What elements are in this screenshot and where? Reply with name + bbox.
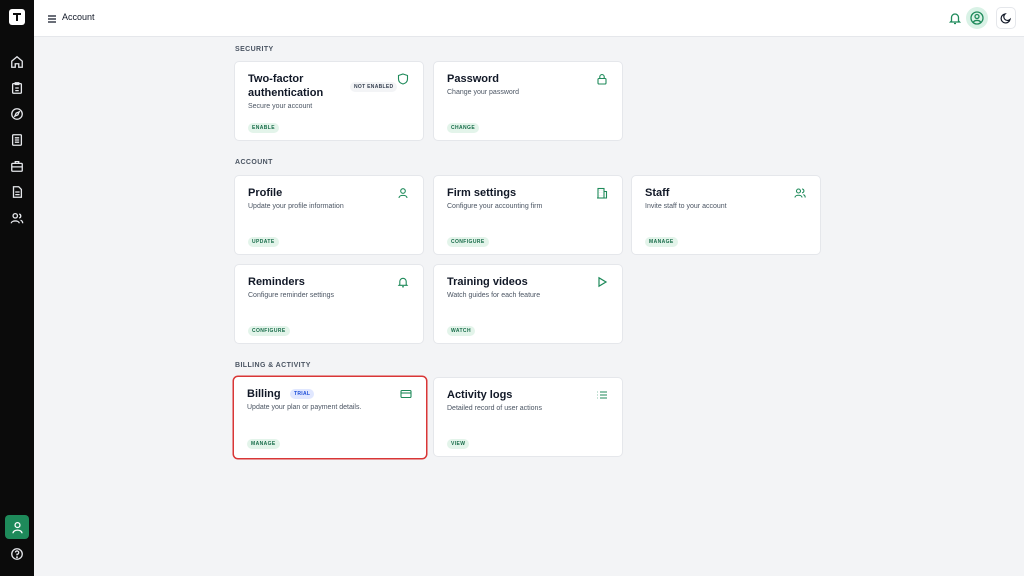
list-icon [596,388,608,400]
password-card[interactable]: Password Change your password CHANGE [433,61,623,141]
briefcase-icon[interactable] [9,158,25,174]
file-text-icon[interactable] [9,184,25,200]
credit-card-icon [400,387,412,399]
card-description: Configure your accounting firm [447,203,543,210]
section-label-security: SECURITY [235,46,274,53]
card-description: Update your plan or payment details. [247,404,362,411]
help-icon[interactable] [9,546,25,562]
update-button[interactable]: UPDATE [248,237,279,247]
card-description: Change your password [447,89,519,96]
page-title: Account [62,12,95,22]
card-title: Billing [247,388,281,400]
shield-icon [397,72,409,85]
clipboard-icon[interactable] [9,80,25,96]
card-title: Profile [248,187,283,199]
manage-billing-button[interactable]: MANAGE [247,439,280,449]
card-title: Firm settings [447,187,517,199]
lock-icon [596,72,608,85]
status-badge: NOT ENABLED [350,82,398,92]
manage-staff-button[interactable]: MANAGE [645,237,678,247]
user-avatar-button[interactable] [966,7,988,29]
activity-logs-card[interactable]: Activity logs Detailed record of user ac… [433,377,623,457]
firm-settings-card[interactable]: Firm settings Configure your accounting … [433,175,623,255]
document-list-icon[interactable] [9,132,25,148]
sidebar [0,0,34,576]
billing-card[interactable]: Billing TRIAL Update your plan or paymen… [233,376,427,459]
building-icon [596,186,608,199]
card-title: Activity logs [447,389,513,401]
card-description: Invite staff to your account [645,203,727,210]
home-icon[interactable] [9,54,25,70]
staff-card[interactable]: Staff Invite staff to your account MANAG… [631,175,821,255]
card-description: Detailed record of user actions [447,405,542,412]
compass-icon[interactable] [9,106,25,122]
hamburger-menu-icon[interactable] [46,12,58,24]
card-description: Configure reminder settings [248,292,334,299]
app-logo[interactable] [8,8,26,26]
card-title: Two-factor authentication [248,73,324,99]
training-videos-card[interactable]: Training videos Watch guides for each fe… [433,264,623,344]
configure-reminders-button[interactable]: CONFIGURE [248,326,290,336]
configure-firm-button[interactable]: CONFIGURE [447,237,489,247]
card-description: Update your profile information [248,203,344,210]
view-button[interactable]: VIEW [447,439,470,449]
play-icon [596,275,608,288]
users-icon [794,186,806,198]
section-label-account: ACCOUNT [235,159,273,166]
profile-card[interactable]: Profile Update your profile information … [234,175,424,255]
card-title: Staff [645,187,670,199]
two-factor-card[interactable]: Two-factor authentication NOT ENABLED Se… [234,61,424,141]
card-description: Secure your account [248,103,313,110]
sidebar-user-button[interactable] [5,515,29,539]
card-title: Training videos [447,276,528,288]
notification-bell-icon[interactable] [948,11,962,25]
change-button[interactable]: CHANGE [447,123,480,133]
theme-toggle-button[interactable] [996,7,1016,29]
user-circle-icon [970,11,984,25]
section-label-billing-activity: BILLING & ACTIVITY [235,362,311,369]
user-icon [397,186,409,199]
reminders-card[interactable]: Reminders Configure reminder settings CO… [234,264,424,344]
enable-button[interactable]: ENABLE [248,123,279,133]
card-description: Watch guides for each feature [447,292,541,299]
card-title: Password [447,73,499,85]
moon-icon [1000,13,1012,24]
card-title: Reminders [248,276,305,288]
users-icon[interactable] [9,210,25,226]
bell-icon [397,275,409,288]
watch-button[interactable]: WATCH [447,326,475,336]
top-bar: Account [34,0,1024,37]
user-icon [11,521,23,533]
trial-badge: TRIAL [290,389,315,399]
